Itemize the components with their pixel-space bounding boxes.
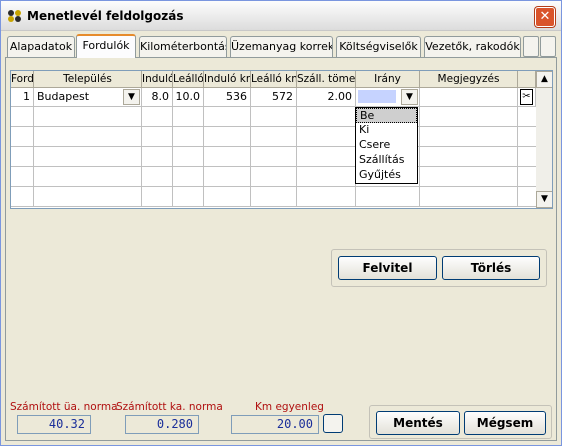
- col-header-megjegyzes[interactable]: Megjegyzés: [420, 71, 518, 88]
- col-header-ford[interactable]: Ford: [11, 71, 34, 88]
- col-header-action: [518, 71, 536, 88]
- title-bar: Menetlevél feldolgozás ✕: [1, 1, 561, 31]
- table-cell-leallo-km[interactable]: 572: [251, 88, 297, 107]
- ka-norma-value: 0.280: [125, 415, 199, 434]
- tab-koltsegviselok[interactable]: Költségviselők: [336, 36, 421, 57]
- grid-vertical-scrollbar[interactable]: ▲ ▼: [536, 71, 552, 208]
- routes-grid[interactable]: Ford Település Induló Leálló Induló km L…: [10, 70, 553, 209]
- col-header-leallo-km[interactable]: Leálló km: [251, 71, 297, 88]
- tab-scroll-left-button[interactable]: [523, 36, 539, 57]
- dropdown-option-szallitas[interactable]: Szállítás: [356, 153, 417, 168]
- torles-button[interactable]: Törlés: [442, 256, 540, 280]
- felvitel-button[interactable]: Felvitel: [338, 256, 437, 280]
- table-cell-ford[interactable]: 1: [11, 88, 34, 107]
- tab-fordulok[interactable]: Fordulók: [76, 34, 136, 58]
- col-header-leallo[interactable]: Leálló: [173, 71, 204, 88]
- table-cell-szall-tomeg[interactable]: 2.00: [297, 88, 356, 107]
- irany-dropdown-list: Be Ki Csere Szállítás Gyűjtés: [355, 107, 418, 184]
- dropdown-option-ki[interactable]: Ki: [356, 123, 417, 138]
- col-header-szall-tomeg[interactable]: Száll. tömeg: [297, 71, 356, 88]
- col-header-indulo-km[interactable]: Induló km: [204, 71, 251, 88]
- km-egyenleg-value: 20.00: [231, 415, 319, 434]
- cancel-button[interactable]: Mégsem: [464, 411, 546, 435]
- ua-norma-label: Számított üa. norma: [10, 401, 118, 413]
- chevron-down-icon: ▼: [541, 194, 548, 204]
- grid-action-group: Felvitel Törlés: [331, 249, 547, 287]
- dropdown-option-csere[interactable]: Csere: [356, 138, 417, 153]
- chevron-down-icon: ▼: [128, 92, 135, 102]
- dropdown-option-gyujtes[interactable]: Gyűjtés: [356, 168, 417, 183]
- table-cell-indulo-km[interactable]: 536: [204, 88, 251, 107]
- close-button[interactable]: ✕: [535, 7, 555, 27]
- chevron-down-icon: ▼: [406, 92, 413, 102]
- window-title: Menetlevél feldolgozás: [27, 9, 184, 23]
- col-header-telepules[interactable]: Település: [34, 71, 142, 88]
- tab-kilometerbontas[interactable]: Kilométerbontás: [139, 36, 227, 57]
- dropdown-option-be[interactable]: Be: [356, 108, 417, 123]
- table-cell-megjegyzes[interactable]: [420, 88, 518, 107]
- dialog-action-group: Mentés Mégsem: [369, 405, 552, 439]
- ka-norma-label: Számított ka. norma: [116, 401, 223, 413]
- km-egyenleg-button[interactable]: [323, 414, 343, 433]
- col-header-indulo[interactable]: Induló: [142, 71, 173, 88]
- tab-uzemanyag-korrek[interactable]: Üzemanyag korrek.: [230, 36, 333, 57]
- tab-scroll-right-button[interactable]: [540, 36, 556, 57]
- table-cell-action[interactable]: ✂: [518, 88, 536, 107]
- scroll-up-button[interactable]: ▲: [536, 71, 552, 88]
- table-cell-indulo[interactable]: 8.0: [142, 88, 173, 107]
- close-icon: ✕: [539, 9, 551, 24]
- km-egyenleg-label: Km egyenleg: [255, 401, 324, 413]
- scissors-icon[interactable]: ✂: [520, 89, 533, 105]
- tab-alapadatok[interactable]: Alapadatok: [7, 36, 75, 57]
- save-button[interactable]: Mentés: [376, 411, 460, 435]
- irany-dropdown-button[interactable]: ▼: [401, 89, 418, 105]
- col-header-irany[interactable]: Irány: [356, 71, 420, 88]
- tab-strip: Alapadatok Fordulók Kilométerbontás Üzem…: [5, 34, 559, 58]
- scroll-down-button[interactable]: ▼: [536, 191, 552, 208]
- telepules-dropdown-button[interactable]: ▼: [123, 89, 140, 105]
- tab-vezetok-rakodok[interactable]: Vezetők, rakodók: [424, 36, 521, 57]
- ua-norma-value: 40.32: [17, 415, 91, 434]
- app-icon: [8, 10, 21, 22]
- main-window: Menetlevél feldolgozás ✕ Alapadatok Ford…: [0, 0, 562, 446]
- chevron-up-icon: ▲: [541, 74, 548, 84]
- table-cell-leallo[interactable]: 10.0: [173, 88, 204, 107]
